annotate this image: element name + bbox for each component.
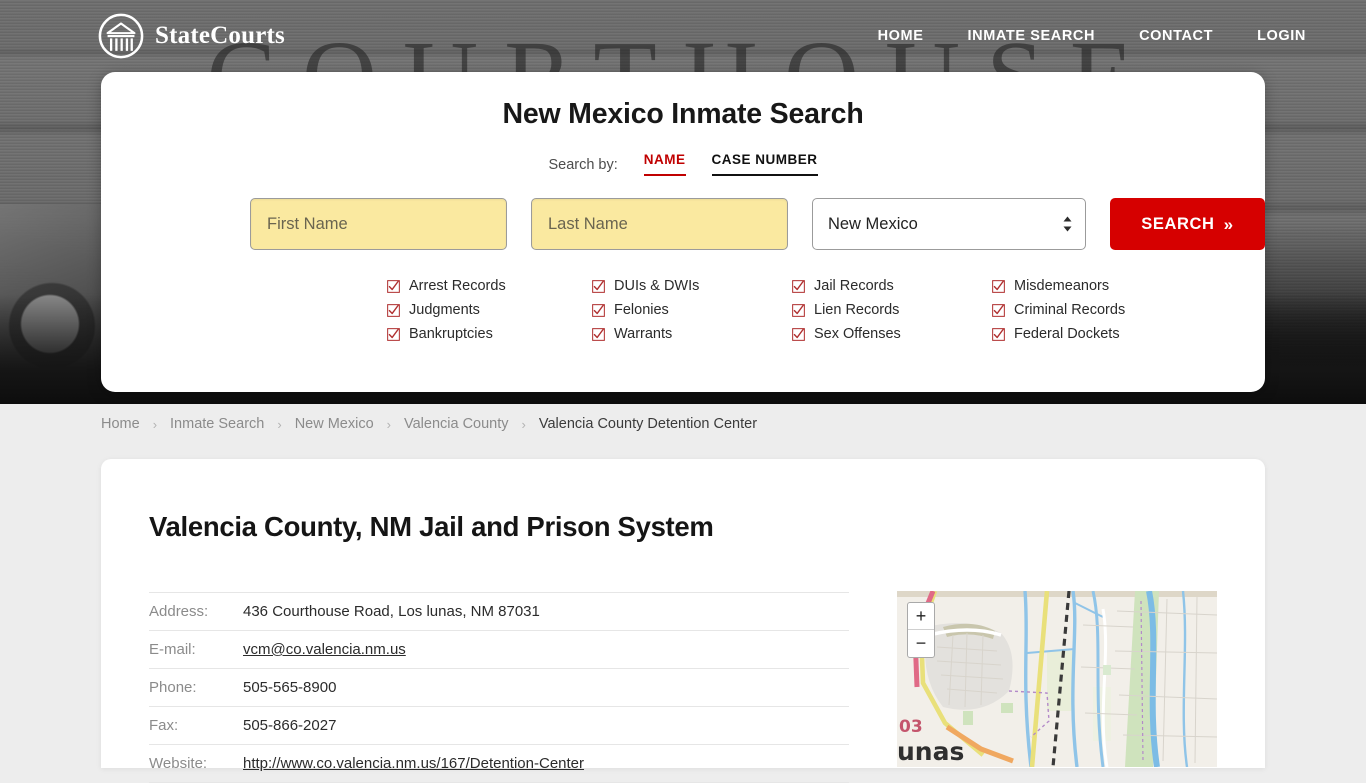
state-select-wrapper: New Mexico xyxy=(811,198,1086,250)
hero-header: COURTHOUSE StateCourts HOME INMATE SEARC… xyxy=(0,0,1366,404)
map-zoom-controls: + − xyxy=(907,602,935,658)
breadcrumb-separator: › xyxy=(521,416,526,432)
brand-logo[interactable]: StateCourts xyxy=(98,13,285,59)
record-type-checkbox[interactable]: Bankruptcies xyxy=(387,322,592,346)
nav-item-home[interactable]: HOME xyxy=(878,28,924,44)
top-navigation: HOME INMATE SEARCH CONTACT LOGIN xyxy=(878,28,1306,44)
search-button-label: SEARCH xyxy=(1141,214,1215,233)
last-name-input[interactable] xyxy=(530,198,788,250)
detail-key: Fax: xyxy=(149,706,243,745)
location-map[interactable]: 03 unas + − xyxy=(897,591,1217,767)
breadcrumb-separator: › xyxy=(152,416,158,432)
detail-value-cell: 505-565-8900 xyxy=(243,668,849,707)
record-type-label: Warrants xyxy=(614,326,673,342)
checkmark-checkbox-icon xyxy=(592,303,605,317)
breadcrumb-item: Valencia County Detention Center xyxy=(538,416,758,432)
first-name-input[interactable] xyxy=(250,198,507,250)
checkmark-checkbox-icon xyxy=(387,279,400,293)
search-by-label: Search by: xyxy=(548,157,618,173)
record-type-checkbox[interactable]: Sex Offenses xyxy=(792,322,992,346)
checkmark-checkbox-icon xyxy=(992,327,1005,341)
checkmark-checkbox-icon xyxy=(992,279,1005,293)
detail-key: E-mail: xyxy=(149,630,243,669)
record-type-checkbox[interactable]: Judgments xyxy=(387,298,592,322)
checkmark-checkbox-icon xyxy=(792,327,805,341)
map-tiles xyxy=(897,591,1217,767)
record-type-checkbox[interactable]: Lien Records xyxy=(792,298,992,322)
detail-value-link[interactable]: http://www.co.valencia.nm.us/167/Detenti… xyxy=(243,755,584,772)
detail-value: 505-866-2027 xyxy=(243,717,337,734)
search-button[interactable]: SEARCH » xyxy=(1109,198,1265,250)
detail-row: Fax: 505-866-2027 xyxy=(149,706,849,745)
map-zoom-out-button[interactable]: − xyxy=(908,630,934,657)
checkmark-checkbox-icon xyxy=(592,279,605,293)
record-type-label: Sex Offenses xyxy=(814,326,901,342)
search-card-title: New Mexico Inmate Search xyxy=(502,98,864,130)
top-bar: StateCourts HOME INMATE SEARCH CONTACT L… xyxy=(0,0,1366,72)
nav-item-login[interactable]: LOGIN xyxy=(1257,28,1306,44)
record-type-checkbox[interactable]: Warrants xyxy=(592,322,792,346)
record-type-label: Lien Records xyxy=(814,302,900,318)
checkmark-checkbox-icon xyxy=(387,327,400,341)
tab-case-number[interactable]: CASE NUMBER xyxy=(711,152,818,176)
checkmark-checkbox-icon xyxy=(992,303,1005,317)
breadcrumb-separator: › xyxy=(277,416,282,432)
record-type-label: Felonies xyxy=(614,302,669,318)
detail-row: E-mail: vcm@co.valencia.nm.us xyxy=(149,630,849,669)
record-type-checkbox[interactable]: Arrest Records xyxy=(387,274,592,298)
detail-value-cell: vcm@co.valencia.nm.us xyxy=(243,630,849,669)
facility-details-table: Address: 436 Courthouse Road, Los lunas, … xyxy=(149,592,849,783)
record-type-label: Misdemeanors xyxy=(1014,278,1110,294)
record-type-label: Jail Records xyxy=(814,278,894,294)
detail-row: Website: http://www.co.valencia.nm.us/167… xyxy=(149,744,849,783)
courthouse-circle-icon xyxy=(98,13,144,59)
detail-key: Website: xyxy=(149,744,243,783)
search-form: New Mexico SEARCH » xyxy=(250,198,1265,250)
breadcrumb: Home › Inmate Search › New Mexico › Valencia C… xyxy=(0,404,1366,444)
detail-value-cell: 436 Courthouse Road, Los lunas, NM 87031 xyxy=(243,592,849,631)
facility-content-card: Valencia County, NM Jail and Prison Syst… xyxy=(101,459,1265,783)
detail-value-cell: http://www.co.valencia.nm.us/167/Detenti… xyxy=(243,744,849,783)
breadcrumb-item[interactable]: New Mexico xyxy=(295,416,374,432)
tab-name[interactable]: NAME xyxy=(643,152,686,176)
record-type-label: Criminal Records xyxy=(1014,302,1126,318)
double-chevron-right-icon: » xyxy=(1223,214,1234,234)
detail-row: Address: 436 Courthouse Road, Los lunas, … xyxy=(149,592,849,631)
detail-value-cell: 505-866-2027 xyxy=(243,706,849,745)
detail-row: Phone: 505-565-8900 xyxy=(149,668,849,707)
detail-key: Address: xyxy=(149,592,243,631)
detail-key: Phone: xyxy=(149,668,243,707)
breadcrumb-separator: › xyxy=(386,416,391,432)
detail-value: 436 Courthouse Road, Los lunas, NM 87031 xyxy=(243,603,540,620)
record-type-label: DUIs & DWIs xyxy=(614,278,700,294)
record-type-checkbox[interactable]: Felonies xyxy=(592,298,792,322)
record-type-checkbox[interactable]: DUIs & DWIs xyxy=(592,274,792,298)
inmate-search-card: New Mexico Inmate Search Search by: NAME… xyxy=(101,72,1265,392)
record-type-label: Judgments xyxy=(409,302,480,318)
nav-item-inmate-search[interactable]: INMATE SEARCH xyxy=(968,28,1096,44)
checkmark-checkbox-icon xyxy=(387,303,400,317)
detail-value-link[interactable]: vcm@co.valencia.nm.us xyxy=(243,641,406,658)
brand-name: StateCourts xyxy=(155,22,285,49)
record-type-checkbox[interactable]: Jail Records xyxy=(792,274,992,298)
page-title: Valencia County, NM Jail and Prison Syst… xyxy=(149,511,714,542)
search-by-row: Search by: NAME CASE NUMBER xyxy=(101,152,1265,176)
state-select[interactable]: New Mexico xyxy=(811,198,1086,250)
record-type-label: Bankruptcies xyxy=(409,326,493,342)
breadcrumb-item[interactable]: Home xyxy=(101,416,140,432)
record-type-checkbox-grid: Arrest Records DUIs & DWIs Jail Records Mis… xyxy=(387,274,1265,346)
breadcrumb-item[interactable]: Valencia County xyxy=(404,416,509,432)
map-zoom-in-button[interactable]: + xyxy=(908,603,934,630)
checkmark-checkbox-icon xyxy=(792,303,805,317)
record-type-checkbox[interactable]: Criminal Records xyxy=(992,298,1192,322)
record-type-checkbox[interactable]: Misdemeanors xyxy=(992,274,1192,298)
record-type-checkbox[interactable]: Federal Dockets xyxy=(992,322,1192,346)
nav-item-contact[interactable]: CONTACT xyxy=(1139,28,1213,44)
record-type-label: Federal Dockets xyxy=(1014,326,1120,342)
checkmark-checkbox-icon xyxy=(792,279,805,293)
checkmark-checkbox-icon xyxy=(592,327,605,341)
record-type-label: Arrest Records xyxy=(409,278,506,294)
detail-value: 505-565-8900 xyxy=(243,679,337,696)
breadcrumb-item[interactable]: Inmate Search xyxy=(170,416,264,432)
